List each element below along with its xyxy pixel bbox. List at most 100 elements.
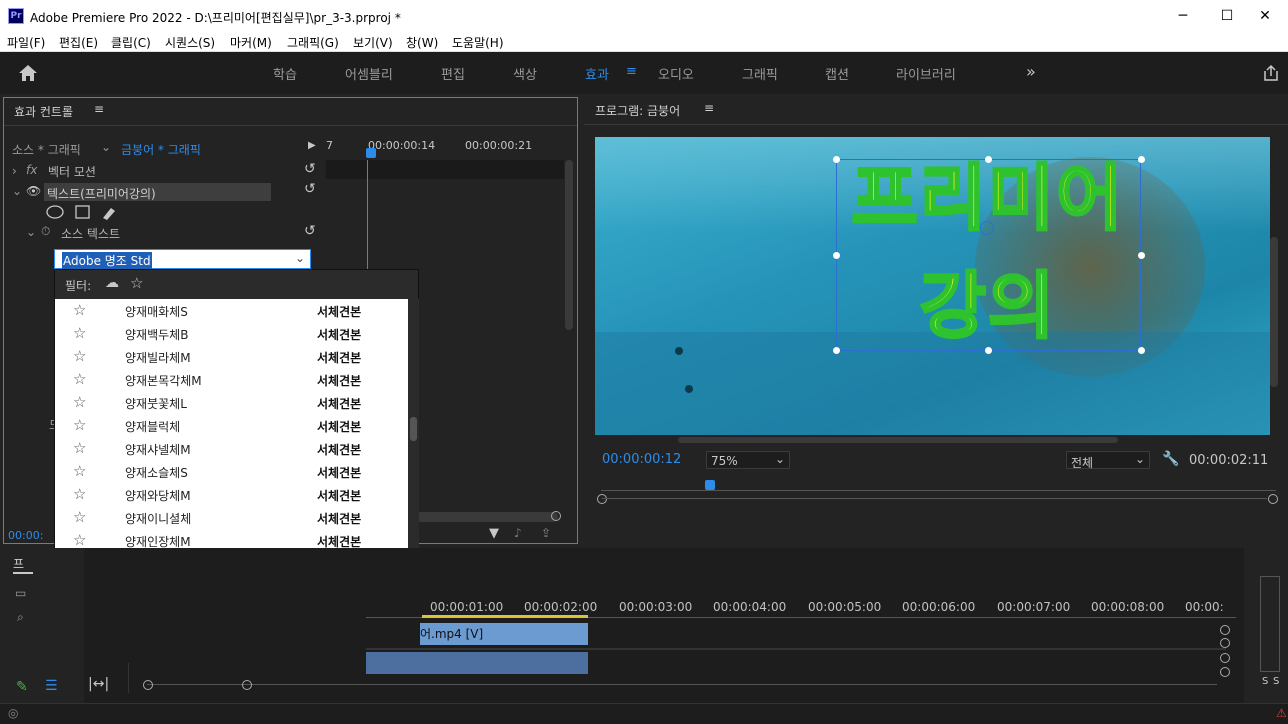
work-area-bar[interactable] <box>422 615 588 618</box>
fit-timeline-icon[interactable]: |↔| <box>88 676 109 692</box>
collapse-arrow-icon[interactable]: ⌄ <box>12 184 22 198</box>
playhead[interactable] <box>366 148 376 158</box>
workspace-menu-icon[interactable]: ≡ <box>626 64 637 79</box>
workspace-captions[interactable]: 캡션 <box>825 64 849 83</box>
font-select[interactable]: Adobe 명조 Std ⌄ <box>54 249 311 269</box>
menu-file[interactable]: 파일(F) <box>7 34 45 51</box>
horizontal-scrollbar[interactable] <box>416 512 558 522</box>
workspace-effects[interactable]: 효과 <box>585 64 609 83</box>
workspace-assembly[interactable]: 어셈블리 <box>345 64 393 83</box>
effect-controls-title[interactable]: 효과 컨트롤 <box>14 103 73 120</box>
project-tab[interactable]: 프 <box>13 555 24 572</box>
workspace-color[interactable]: 색상 <box>513 64 537 83</box>
menu-edit[interactable]: 편집(E) <box>59 34 98 51</box>
video-frame[interactable]: 프리미어 강의 <box>595 137 1270 435</box>
font-list-item[interactable]: ☆ 양재와당체M 서체견본 <box>55 483 407 506</box>
font-list-item[interactable]: ☆ 양재소슬체S 서체견본 <box>55 460 407 483</box>
menu-marker[interactable]: 마커(M) <box>230 34 272 51</box>
menu-sequence[interactable]: 시퀀스(S) <box>165 34 215 51</box>
filter-icon[interactable]: ▼ <box>489 526 499 541</box>
favorite-star-icon[interactable]: ☆ <box>73 485 86 503</box>
menu-window[interactable]: 창(W) <box>406 34 438 51</box>
favorite-filter-icon[interactable]: ☆ <box>130 274 143 292</box>
audio-clip[interactable] <box>366 652 588 674</box>
font-list-item[interactable]: ☆ 양재붓꽃체L 서체견본 <box>55 391 407 414</box>
font-list-item[interactable]: ☆ 양재블럭체 서체견본 <box>55 414 407 437</box>
folder-icon[interactable]: ▭ <box>15 586 26 600</box>
menu-help[interactable]: 도움말(H) <box>452 34 504 51</box>
pencil-icon[interactable]: ✎ <box>16 679 28 695</box>
scrub-start-handle[interactable] <box>597 494 607 504</box>
workspace-libraries[interactable]: 라이브러리 <box>896 64 956 83</box>
zoom-end-handle[interactable] <box>242 680 252 690</box>
favorite-star-icon[interactable]: ☆ <box>73 393 86 411</box>
favorite-star-icon[interactable]: ☆ <box>73 416 86 434</box>
minimize-button[interactable]: ─ <box>1160 0 1206 32</box>
play-audio-icon[interactable]: ♪ <box>514 526 522 540</box>
font-list-item[interactable]: ☆ 양재빌라체M 서체견본 <box>55 345 407 368</box>
favorite-star-icon[interactable]: ☆ <box>73 370 86 388</box>
zoom-start-handle[interactable] <box>143 680 153 690</box>
scroll-thumb[interactable] <box>410 417 417 441</box>
timeline-zoom-bar[interactable] <box>147 684 1217 685</box>
workspace-learn[interactable]: 학습 <box>273 64 297 83</box>
menu-view[interactable]: 보기(V) <box>353 34 393 51</box>
effect-controls-timecode[interactable]: 00:00: <box>8 529 43 542</box>
export-icon[interactable]: ⇪ <box>541 526 551 540</box>
warning-icon[interactable]: ⚠ <box>1276 706 1287 720</box>
workspace-graphics[interactable]: 그래픽 <box>742 64 778 83</box>
cloud-filter-icon[interactable]: ☁ <box>105 275 119 291</box>
home-icon[interactable] <box>18 64 38 82</box>
workspace-audio[interactable]: 오디오 <box>658 64 694 83</box>
expand-arrow-icon[interactable]: › <box>12 164 17 178</box>
effect-controls-menu-icon[interactable]: ≡ <box>94 102 104 116</box>
wrench-icon[interactable]: 🔧 <box>1162 451 1179 467</box>
search-icon[interactable]: ⌕ <box>17 610 24 625</box>
sequence-clip-label[interactable]: 금붕어 * 그래픽 <box>121 141 201 158</box>
vertical-scrollbar[interactable] <box>565 160 573 330</box>
video-clip[interactable]: 어.mp4 [V] <box>420 623 588 645</box>
favorite-star-icon[interactable]: ☆ <box>73 508 86 526</box>
scrub-end-handle[interactable] <box>1268 494 1278 504</box>
source-clip-label[interactable]: 소스 * 그래픽 <box>12 141 81 158</box>
workspace-more-button[interactable]: » <box>1026 62 1036 81</box>
favorite-star-icon[interactable]: ☆ <box>73 439 86 457</box>
reset-icon[interactable]: ↺ <box>304 223 316 239</box>
source-text-label[interactable]: 소스 텍스트 <box>61 225 120 242</box>
favorite-star-icon[interactable]: ☆ <box>73 301 86 319</box>
menu-clip[interactable]: 클립(C) <box>111 34 151 51</box>
eye-icon[interactable]: 👁 <box>26 184 41 198</box>
play-only-icon[interactable]: ▶ <box>308 140 316 151</box>
menu-graphics[interactable]: 그래픽(G) <box>287 34 339 51</box>
program-playhead[interactable] <box>705 480 715 490</box>
text-layer-row[interactable]: 텍스트(프리미어강의) <box>44 183 271 201</box>
creative-cloud-icon[interactable]: ◎ <box>8 706 18 720</box>
chevron-down-icon[interactable]: ⌄ <box>101 140 111 154</box>
font-list-item[interactable]: ☆ 양재이니셜체 서체견본 <box>55 506 407 529</box>
solo-right-button[interactable]: S <box>1273 676 1279 687</box>
monitor-vertical-scrollbar[interactable] <box>1270 237 1278 387</box>
reset-icon[interactable]: ↺ <box>304 161 316 177</box>
font-list-item[interactable]: ☆ 양재백두체B 서체견본 <box>55 322 407 345</box>
scroll-handle[interactable] <box>551 511 561 521</box>
font-list-item[interactable]: ☆ 양재본목각체M 서체견본 <box>55 368 407 391</box>
zoom-bar[interactable] <box>602 498 1267 499</box>
program-monitor-title[interactable]: 프로그램: 금붕어 <box>595 102 680 119</box>
scrub-ruler[interactable] <box>601 481 1276 491</box>
share-icon[interactable] <box>1263 64 1279 82</box>
favorite-star-icon[interactable]: ☆ <box>73 347 86 365</box>
program-timecode[interactable]: 00:00:00:12 <box>602 452 681 467</box>
font-list-item[interactable]: ☆ 양재매화체S 서체견본 <box>55 299 407 322</box>
list-view-icon[interactable]: ☰ <box>45 678 58 694</box>
program-monitor-menu-icon[interactable]: ≡ <box>704 101 714 115</box>
favorite-star-icon[interactable]: ☆ <box>73 531 86 549</box>
font-list-item[interactable]: ☆ 양재샤넬체M 서체견본 <box>55 437 407 460</box>
effect-timeline-ruler[interactable]: 7 00:00:00:14 00:00:00:21 <box>326 136 576 160</box>
chevron-down-icon[interactable]: ⌄ <box>295 251 305 265</box>
quality-select[interactable]: 전체 ⌄ <box>1066 451 1150 470</box>
collapse-arrow-icon[interactable]: ⌄ <box>26 225 36 239</box>
favorite-star-icon[interactable]: ☆ <box>73 462 86 480</box>
vector-motion-label[interactable]: 벡터 모션 <box>48 163 96 180</box>
close-button[interactable]: ✕ <box>1242 0 1288 32</box>
workspace-editing[interactable]: 편집 <box>441 64 465 83</box>
